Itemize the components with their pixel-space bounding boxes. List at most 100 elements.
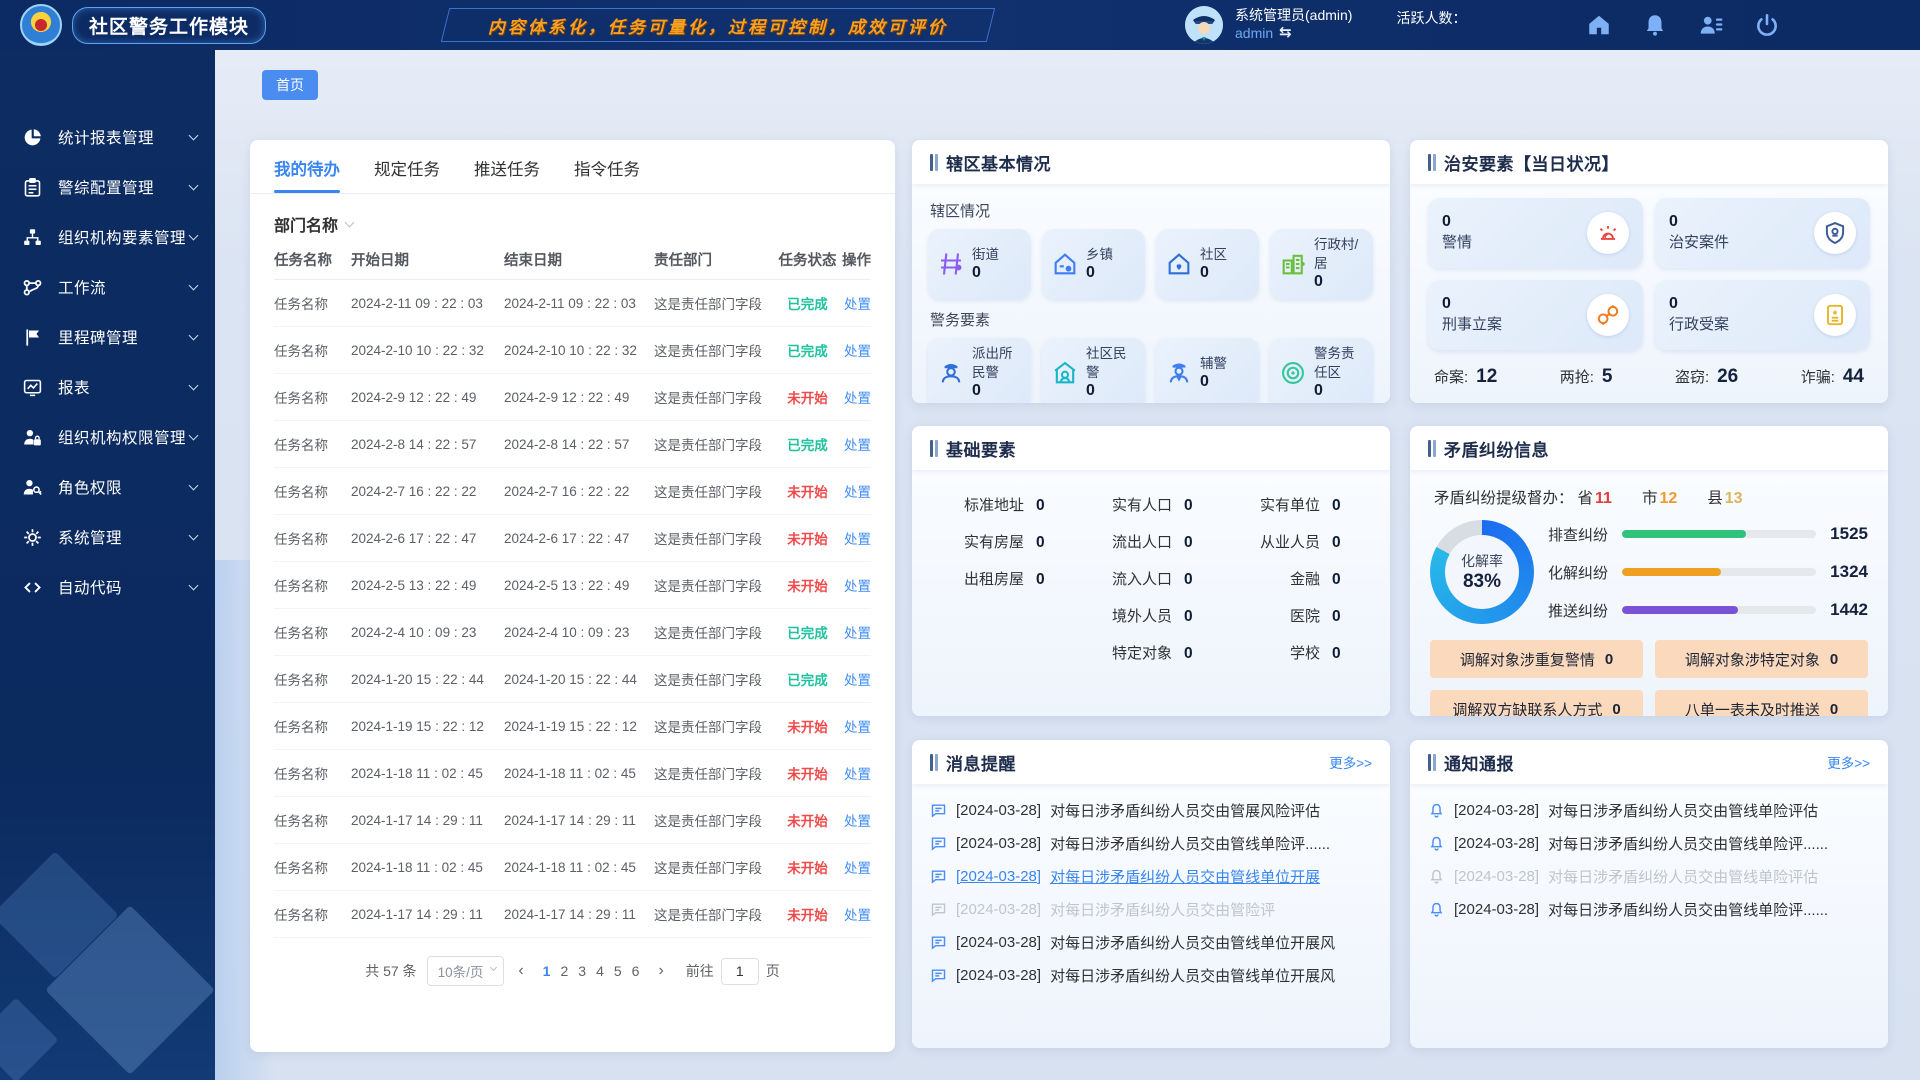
- goto-page-input[interactable]: [721, 958, 759, 985]
- handle-link[interactable]: 处置: [844, 579, 871, 594]
- message-item[interactable]: [2024-03-28] 对每日涉矛盾纠纷人员交由管线单位开展风: [930, 926, 1372, 959]
- comment-icon: [930, 802, 947, 819]
- handle-link[interactable]: 处置: [844, 767, 871, 782]
- panel-title: 辖区基本情况: [946, 150, 1051, 175]
- table-row: 任务名称 2024-2-10 10 : 22 : 32 2024-2-10 10…: [274, 327, 871, 374]
- handle-link[interactable]: 处置: [844, 485, 871, 500]
- sidebar-item-role-permissions[interactable]: 角色权限: [0, 462, 215, 512]
- page-number-button[interactable]: 5: [609, 963, 627, 979]
- page-number-button[interactable]: 4: [591, 963, 609, 979]
- task-start: 2024-1-18 11 : 02 : 45: [351, 766, 504, 781]
- task-status: 未开始: [776, 763, 839, 783]
- notice-item[interactable]: [2024-03-28] 对每日涉矛盾纠纷人员交由管线单险评......: [1428, 827, 1870, 860]
- task-dept: 这是责任部门字段: [654, 293, 776, 313]
- sidebar-item-report[interactable]: 报表: [0, 362, 215, 412]
- task-name: 任务名称: [274, 669, 351, 689]
- page-number-button[interactable]: 6: [627, 963, 645, 979]
- handle-link[interactable]: 处置: [844, 673, 871, 688]
- switch-user-icon[interactable]: ⇆: [1279, 24, 1292, 43]
- sidebar-item-milestone[interactable]: 里程碑管理: [0, 312, 215, 362]
- code-icon: [22, 577, 43, 598]
- comment-icon: [930, 934, 947, 951]
- message-item[interactable]: [2024-03-28] 对每日涉矛盾纠纷人员交由管线单位开展风: [930, 959, 1372, 992]
- alert-box[interactable]: 调解对象涉特定对象0: [1655, 640, 1868, 678]
- power-icon[interactable]: [1754, 12, 1780, 38]
- task-status: 未开始: [776, 387, 839, 407]
- title-marker: [930, 154, 938, 171]
- tab-home[interactable]: 首页: [262, 70, 318, 100]
- task-tab[interactable]: 指令任务: [574, 156, 640, 193]
- task-tab[interactable]: 我的待办: [274, 156, 340, 193]
- task-status: 已完成: [776, 434, 839, 454]
- table-row: 任务名称 2024-2-6 17 : 22 : 47 2024-2-6 17 :…: [274, 515, 871, 562]
- stat-tile-security-cases: 0治安案件: [1655, 198, 1870, 268]
- sidebar-item-system[interactable]: 系统管理: [0, 512, 215, 562]
- handle-link[interactable]: 处置: [844, 626, 871, 641]
- prev-page-button[interactable]: ‹: [514, 962, 527, 980]
- task-start: 2024-1-19 15 : 22 : 12: [351, 719, 504, 734]
- alert-box[interactable]: 八单一表未及时推送0: [1655, 690, 1868, 716]
- message-item[interactable]: [2024-03-28] 对每日涉矛盾纠纷人员交由管展风险评估: [930, 794, 1372, 827]
- bar-track: [1622, 606, 1816, 614]
- department-filter[interactable]: 部门名称: [250, 194, 895, 240]
- online-users-icon[interactable]: [1698, 12, 1724, 38]
- notices-panel: 通知通报 更多>> [2024-03-28] 对每日涉矛盾纠纷人员交由管线单险评…: [1410, 740, 1888, 1048]
- alert-box[interactable]: 调解双方缺联系人方式0: [1430, 690, 1643, 716]
- handle-link[interactable]: 处置: [844, 344, 871, 359]
- handle-link[interactable]: 处置: [844, 720, 871, 735]
- bell-icon[interactable]: [1642, 12, 1668, 38]
- handle-link[interactable]: 处置: [844, 814, 871, 829]
- table-row: 任务名称 2024-1-17 14 : 29 : 11 2024-1-17 14…: [274, 891, 871, 938]
- more-link[interactable]: 更多>>: [1329, 752, 1372, 772]
- sidebar-item-workflow[interactable]: 工作流: [0, 262, 215, 312]
- handle-link[interactable]: 处置: [844, 908, 871, 923]
- alert-box[interactable]: 调解对象涉重复警情0: [1430, 640, 1643, 678]
- task-status: 未开始: [776, 904, 839, 924]
- shield-icon: [1822, 220, 1848, 246]
- page-number-button[interactable]: 1: [538, 963, 556, 979]
- sidebar-item-statistics-report[interactable]: 统计报表管理: [0, 112, 215, 162]
- task-status: 已完成: [776, 669, 839, 689]
- handle-link[interactable]: 处置: [844, 391, 871, 406]
- task-tab[interactable]: 推送任务: [474, 156, 540, 193]
- message-item[interactable]: [2024-03-28] 对每日涉矛盾纠纷人员交由管线单险评......: [930, 827, 1372, 860]
- district-panel: 辖区基本情况 辖区情况 街道0 乡镇0 社区0 行政村/居0 警务要素: [912, 140, 1390, 403]
- auxiliary-officer-icon: [1165, 359, 1193, 387]
- sidebar-item-police-config[interactable]: 警综配置管理: [0, 162, 215, 212]
- title-marker: [1428, 154, 1436, 171]
- stat-tile-township: 乡镇0: [1042, 229, 1145, 299]
- task-action: 处置: [839, 387, 871, 407]
- handle-link[interactable]: 处置: [844, 438, 871, 453]
- task-action: 处置: [839, 763, 871, 783]
- page-size-select[interactable]: 10条/页: [427, 956, 505, 986]
- notice-item[interactable]: [2024-03-28] 对每日涉矛盾纠纷人员交由管线单险评估: [1428, 860, 1870, 893]
- logo-wrap: 社区警务工作模块: [20, 4, 266, 46]
- task-action: 处置: [839, 669, 871, 689]
- page-number-button[interactable]: 2: [555, 963, 573, 979]
- sidebar-item-org-elements[interactable]: 组织机构要素管理: [0, 212, 215, 262]
- task-tab[interactable]: 规定任务: [374, 156, 440, 193]
- basic-stat: 实有房屋0: [922, 531, 1070, 568]
- username-switcher[interactable]: admin⇆: [1235, 24, 1352, 43]
- message-item[interactable]: [2024-03-28] 对每日涉矛盾纠纷人员交由管线单位开展: [930, 860, 1372, 893]
- table-row: 任务名称 2024-2-7 16 : 22 : 22 2024-2-7 16 :…: [274, 468, 871, 515]
- user-avatar[interactable]: [1185, 6, 1223, 44]
- handle-link[interactable]: 处置: [844, 532, 871, 547]
- message-item[interactable]: [2024-03-28] 对每日涉矛盾纠纷人员交由管险评: [930, 893, 1372, 926]
- sidebar-item-auto-code[interactable]: 自动代码: [0, 562, 215, 612]
- sidebar-item-org-permissions[interactable]: 组织机构权限管理: [0, 412, 215, 462]
- task-start: 2024-2-6 17 : 22 : 47: [351, 531, 504, 546]
- more-link[interactable]: 更多>>: [1827, 752, 1870, 772]
- title-marker: [930, 754, 938, 771]
- handle-link[interactable]: 处置: [844, 297, 871, 312]
- user-role: 系统管理员(admin): [1235, 7, 1352, 25]
- home-icon[interactable]: [1586, 12, 1612, 38]
- notice-item[interactable]: [2024-03-28] 对每日涉矛盾纠纷人员交由管线单险评估: [1428, 794, 1870, 827]
- page-number-button[interactable]: 3: [573, 963, 591, 979]
- next-page-button[interactable]: ›: [654, 962, 667, 980]
- dispute-bars: 排查纠纷 1525 化解纠纷 1324 推送纠纷 1442: [1548, 524, 1868, 621]
- notice-item[interactable]: [2024-03-28] 对每日涉矛盾纠纷人员交由管线单险评......: [1428, 893, 1870, 926]
- task-start: 2024-1-17 14 : 29 : 11: [351, 907, 504, 922]
- handle-link[interactable]: 处置: [844, 861, 871, 876]
- top-header: 社区警务工作模块 内容体系化，任务可量化，过程可控制，成效可评价 系统管理员(a…: [0, 0, 1920, 50]
